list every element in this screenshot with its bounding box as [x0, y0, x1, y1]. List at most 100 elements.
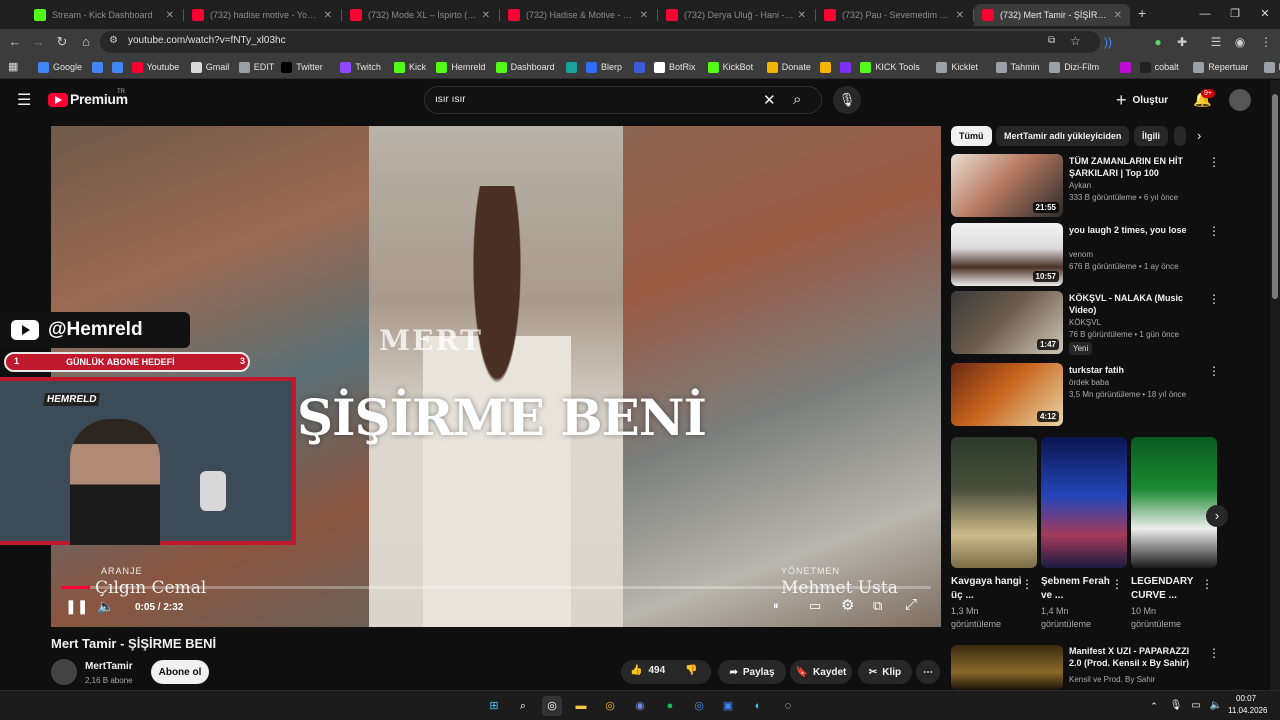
file-explorer-icon[interactable]: ▬	[571, 696, 591, 716]
bookmark-item[interactable]	[634, 60, 649, 74]
bookmark-item[interactable]	[566, 60, 581, 74]
voice-search-icon[interactable]: 🎙	[833, 86, 861, 114]
clear-search-icon[interactable]: ✕	[763, 91, 776, 109]
short-thumbnail[interactable]	[951, 437, 1037, 568]
bookmark-item[interactable]: Tahmin	[995, 60, 1040, 74]
video-thumbnail[interactable]: 1:47	[951, 291, 1063, 354]
more-options-icon[interactable]: ⋮	[1021, 577, 1033, 591]
more-options-icon[interactable]: ⋮	[1208, 292, 1220, 306]
close-window-icon[interactable]: ✕	[1250, 4, 1280, 24]
chip-all[interactable]: Tümü	[951, 126, 992, 146]
progress-track[interactable]	[61, 586, 931, 589]
browser-tab[interactable]: (732) Pau - Sevemedim Karag... ✕	[816, 4, 972, 26]
address-bar[interactable]: ⚙ youtube.com/watch?v=fNTy_xl03hc ⧉ ☆	[100, 31, 1100, 53]
bookmark-item[interactable]: Kick	[394, 60, 426, 74]
bookmark-item[interactable]: Twitch	[340, 60, 381, 74]
video-channel[interactable]: KÖKŞVL	[1069, 317, 1209, 328]
bookmark-item[interactable]	[820, 60, 835, 74]
more-options-icon[interactable]: ⋮	[1111, 577, 1123, 591]
bookmark-item[interactable]: Dizi-Film	[1049, 60, 1099, 74]
video-thumbnail[interactable]: 10:57	[951, 223, 1063, 286]
menu-icon[interactable]: ☰	[17, 90, 31, 110]
short-title[interactable]: LEGENDARY CURVE ...	[1131, 575, 1203, 603]
chrome-icon[interactable]: ◎	[542, 696, 562, 716]
maximize-icon[interactable]: ❐	[1220, 4, 1250, 24]
tab-close-icon[interactable]: ✕	[324, 10, 332, 21]
chip-next[interactable]	[1174, 126, 1186, 146]
tab-close-icon[interactable]: ✕	[956, 10, 964, 21]
more-options-icon[interactable]: ⋮	[1208, 364, 1220, 378]
search-icon[interactable]: ⌕	[513, 696, 533, 716]
video-title-link[interactable]: turkstar fatih	[1069, 364, 1199, 376]
fullscreen-icon[interactable]: ⤢	[905, 596, 917, 613]
bookmark-item[interactable]: Donate	[766, 60, 811, 74]
tab-close-icon[interactable]: ✕	[482, 10, 490, 21]
tab-close-icon[interactable]: ✕	[798, 10, 806, 21]
chrome-menu-icon[interactable]: ⋮	[1256, 32, 1276, 52]
video-title-link[interactable]: you laugh 2 times, you lose	[1069, 224, 1199, 236]
miniplayer-icon[interactable]: ⧉	[873, 598, 882, 614]
search-input[interactable]: ısır ısır ✕ ⌕	[424, 86, 822, 114]
bookmark-item[interactable]: Google	[38, 60, 82, 74]
chip-from-uploader[interactable]: MertTamir adlı yükleyiciden	[996, 126, 1130, 146]
bookmark-item[interactable]: cobalt	[1139, 60, 1179, 74]
site-info-icon[interactable]: ⚙	[109, 35, 118, 46]
chrome-canary-icon[interactable]: ◎	[600, 696, 620, 716]
bookmark-item[interactable]: Looper	[1263, 60, 1280, 74]
clock-date[interactable]: 11.04.2026	[1228, 706, 1267, 715]
chrome-beta-icon[interactable]: ◎	[689, 696, 709, 716]
bookmark-star-icon[interactable]: ☆	[1070, 34, 1081, 48]
tab-close-icon[interactable]: ✕	[640, 10, 648, 21]
volume-icon[interactable]: 🔈	[97, 598, 114, 615]
video-title-link[interactable]: KÖKŞVL - NALAKA (Music Video)	[1069, 292, 1199, 316]
tray-overflow-icon[interactable]: ⌃	[1144, 696, 1164, 716]
browser-tab[interactable]: Stream - Kick Dashboard ✕	[26, 4, 182, 26]
discord-icon[interactable]: ◉	[630, 696, 650, 716]
short-title[interactable]: Şebnem Ferah ve ...	[1041, 575, 1113, 603]
share-button[interactable]: ➦ Paylaş	[718, 660, 786, 684]
bookmark-item[interactable]: BotRix	[654, 60, 696, 74]
short-thumbnail[interactable]	[1041, 437, 1127, 568]
reload-icon[interactable]: ↻	[52, 32, 72, 52]
chips-next-icon[interactable]: ›	[1197, 128, 1201, 143]
tab-close-icon[interactable]: ✕	[166, 10, 174, 21]
clock-time[interactable]: 00:07	[1236, 694, 1256, 703]
avatar[interactable]	[1229, 89, 1251, 111]
like-button[interactable]: 👍 494	[630, 665, 665, 676]
bookmark-item[interactable]: Kicklet	[936, 60, 978, 74]
install-icon[interactable]: ⧉	[1048, 35, 1055, 46]
extensions-icon[interactable]: ✚	[1172, 32, 1192, 52]
home-icon[interactable]: ⌂	[76, 32, 96, 52]
thumbs-down-icon[interactable]: 👎	[685, 665, 697, 676]
bookmark-item[interactable]	[111, 60, 127, 74]
apps-grid-icon[interactable]: ▦	[8, 60, 18, 73]
bookmark-item[interactable]: EDIT	[238, 60, 274, 74]
bookmark-item[interactable]	[1119, 60, 1135, 74]
settings-gear-icon[interactable]: ⚙	[841, 596, 854, 614]
back-icon[interactable]: ←	[5, 32, 25, 52]
bookmark-item[interactable]: Youtube	[131, 60, 179, 74]
short-title[interactable]: Kavgaya hangi üç ...	[951, 575, 1023, 603]
extension-audio-icon[interactable]: ))	[1098, 32, 1118, 52]
minimize-icon[interactable]: —	[1190, 4, 1220, 24]
bookmark-item[interactable]: Gmail	[190, 60, 229, 74]
new-tab-button[interactable]: +	[1138, 5, 1146, 21]
channel-name[interactable]: MertTamir	[85, 661, 133, 672]
more-options-icon[interactable]: ⋮	[1208, 155, 1220, 169]
start-icon[interactable]: ⊞	[484, 696, 504, 716]
more-options-icon[interactable]: ⋮	[1201, 577, 1213, 591]
clip-button[interactable]: ✂ Klip	[858, 660, 912, 684]
subscribe-button[interactable]: Abone ol	[151, 660, 209, 684]
browser-tab[interactable]: (732) Mert Tamir - ŞİŞİRME ✕	[974, 4, 1130, 26]
bookmark-item[interactable]: Dashboard	[495, 60, 555, 74]
spotify-icon[interactable]: ●	[660, 696, 680, 716]
bookmark-item[interactable]: Hemreld	[436, 60, 485, 74]
more-options-icon[interactable]: ⋮	[1208, 646, 1220, 660]
bookmark-item[interactable]	[840, 60, 855, 74]
shorts-next-button[interactable]: ›	[1206, 505, 1228, 527]
channel-avatar[interactable]	[51, 659, 77, 685]
mic-icon[interactable]: 🎙	[1166, 696, 1186, 716]
obs-icon[interactable]: ◌	[778, 696, 798, 716]
youtube-logo[interactable]	[48, 93, 68, 107]
tab-close-icon[interactable]: ✕	[1114, 10, 1122, 21]
